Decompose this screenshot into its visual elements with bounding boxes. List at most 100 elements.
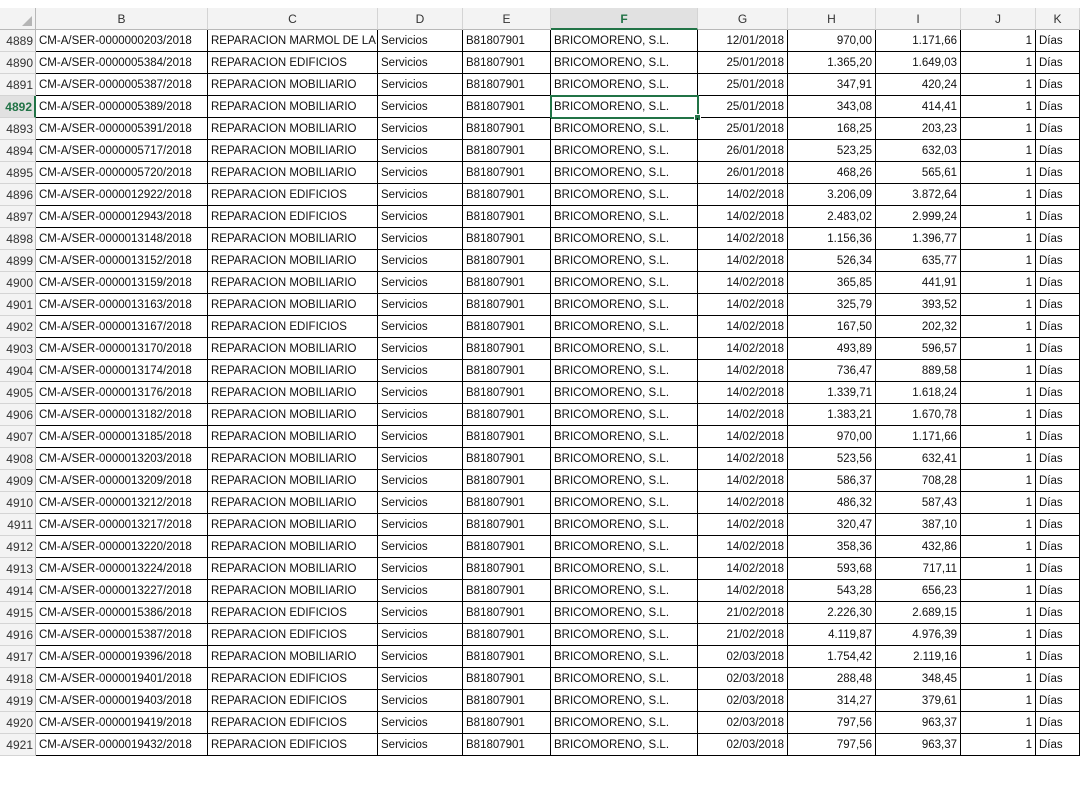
cell-d[interactable]: Servicios <box>378 96 463 118</box>
cell-k[interactable]: Días <box>1036 536 1080 558</box>
cell-f[interactable]: BRICOMORENO, S.L. <box>551 646 698 668</box>
cell-e[interactable]: B81807901 <box>463 624 551 646</box>
cell-k[interactable]: Días <box>1036 492 1080 514</box>
cell-k[interactable]: Días <box>1036 162 1080 184</box>
cell-j[interactable]: 1 <box>961 514 1036 536</box>
cell-i[interactable]: 889,58 <box>876 360 961 382</box>
cell-d[interactable]: Servicios <box>378 162 463 184</box>
cell-f[interactable]: BRICOMORENO, S.L. <box>551 404 698 426</box>
cell-i[interactable]: 420,24 <box>876 74 961 96</box>
cell-e[interactable]: B81807901 <box>463 360 551 382</box>
cell-f[interactable]: BRICOMORENO, S.L. <box>551 316 698 338</box>
cell-d[interactable]: Servicios <box>378 228 463 250</box>
cell-f[interactable]: BRICOMORENO, S.L. <box>551 74 698 96</box>
cell-f[interactable]: BRICOMORENO, S.L. <box>551 536 698 558</box>
cell-h[interactable]: 1.754,42 <box>788 646 876 668</box>
cell-e[interactable]: B81807901 <box>463 74 551 96</box>
cell-c[interactable]: REPARACION MOBILIARIO <box>208 646 378 668</box>
cell-b[interactable]: CM-A/SER-0000005391/2018 <box>36 118 208 140</box>
cell-e[interactable]: B81807901 <box>463 426 551 448</box>
cell-i[interactable]: 393,52 <box>876 294 961 316</box>
cell-b[interactable]: CM-A/SER-0000013152/2018 <box>36 250 208 272</box>
cell-h[interactable]: 4.119,87 <box>788 624 876 646</box>
cell-k[interactable]: Días <box>1036 624 1080 646</box>
cell-h[interactable]: 1.383,21 <box>788 404 876 426</box>
cell-k[interactable]: Días <box>1036 316 1080 338</box>
row-header[interactable]: 4897 <box>0 206 36 228</box>
cell-i[interactable]: 203,23 <box>876 118 961 140</box>
cell-i[interactable]: 708,28 <box>876 470 961 492</box>
cell-b[interactable]: CM-A/SER-0000012922/2018 <box>36 184 208 206</box>
cell-d[interactable]: Servicios <box>378 712 463 734</box>
cell-k[interactable]: Días <box>1036 734 1080 756</box>
cell-b[interactable]: CM-A/SER-0000013163/2018 <box>36 294 208 316</box>
cell-c[interactable]: REPARACION MOBILIARIO <box>208 448 378 470</box>
cell-g[interactable]: 14/02/2018 <box>698 580 788 602</box>
cell-e[interactable]: B81807901 <box>463 162 551 184</box>
cell-g[interactable]: 14/02/2018 <box>698 228 788 250</box>
cell-d[interactable]: Servicios <box>378 206 463 228</box>
cell-k[interactable]: Días <box>1036 140 1080 162</box>
cell-h[interactable]: 168,25 <box>788 118 876 140</box>
cell-d[interactable]: Servicios <box>378 338 463 360</box>
cell-k[interactable]: Días <box>1036 272 1080 294</box>
cell-g[interactable]: 25/01/2018 <box>698 96 788 118</box>
cell-d[interactable]: Servicios <box>378 382 463 404</box>
cell-g[interactable]: 14/02/2018 <box>698 492 788 514</box>
cell-f[interactable]: BRICOMORENO, S.L. <box>551 734 698 756</box>
cell-j[interactable]: 1 <box>961 426 1036 448</box>
row-header[interactable]: 4905 <box>0 382 36 404</box>
cell-c[interactable]: REPARACION MOBILIARIO <box>208 338 378 360</box>
column-header-e[interactable]: E <box>463 8 551 30</box>
row-header[interactable]: 4920 <box>0 712 36 734</box>
cell-g[interactable]: 14/02/2018 <box>698 426 788 448</box>
cell-j[interactable]: 1 <box>961 250 1036 272</box>
cell-h[interactable]: 736,47 <box>788 360 876 382</box>
cell-f[interactable]: BRICOMORENO, S.L. <box>551 712 698 734</box>
cell-c[interactable]: REPARACION MOBILIARIO <box>208 404 378 426</box>
cell-g[interactable]: 14/02/2018 <box>698 536 788 558</box>
cell-h[interactable]: 970,00 <box>788 30 876 52</box>
cell-b[interactable]: CM-A/SER-0000013159/2018 <box>36 272 208 294</box>
cell-k[interactable]: Días <box>1036 74 1080 96</box>
cell-j[interactable]: 1 <box>961 228 1036 250</box>
cell-k[interactable]: Días <box>1036 206 1080 228</box>
row-header[interactable]: 4903 <box>0 338 36 360</box>
cell-e[interactable]: B81807901 <box>463 580 551 602</box>
cell-h[interactable]: 797,56 <box>788 734 876 756</box>
cell-j[interactable]: 1 <box>961 360 1036 382</box>
cell-h[interactable]: 343,08 <box>788 96 876 118</box>
cell-k[interactable]: Días <box>1036 470 1080 492</box>
cell-c[interactable]: REPARACION MOBILIARIO <box>208 162 378 184</box>
cell-c[interactable]: REPARACION EDIFICIOS <box>208 206 378 228</box>
cell-i[interactable]: 432,86 <box>876 536 961 558</box>
cell-j[interactable]: 1 <box>961 712 1036 734</box>
cell-j[interactable]: 1 <box>961 646 1036 668</box>
cell-k[interactable]: Días <box>1036 448 1080 470</box>
cell-c[interactable]: REPARACION MOBILIARIO <box>208 470 378 492</box>
cell-c[interactable]: REPARACION EDIFICIOS <box>208 712 378 734</box>
row-header[interactable]: 4910 <box>0 492 36 514</box>
cell-j[interactable]: 1 <box>961 624 1036 646</box>
cell-k[interactable]: Días <box>1036 118 1080 140</box>
cell-d[interactable]: Servicios <box>378 470 463 492</box>
cell-i[interactable]: 963,37 <box>876 712 961 734</box>
cell-d[interactable]: Servicios <box>378 426 463 448</box>
cell-e[interactable]: B81807901 <box>463 118 551 140</box>
cell-f[interactable]: BRICOMORENO, S.L. <box>551 162 698 184</box>
cell-j[interactable]: 1 <box>961 470 1036 492</box>
cell-d[interactable]: Servicios <box>378 118 463 140</box>
cell-k[interactable]: Días <box>1036 426 1080 448</box>
cell-e[interactable]: B81807901 <box>463 470 551 492</box>
cell-c[interactable]: REPARACION MOBILIARIO <box>208 382 378 404</box>
cell-c[interactable]: REPARACION MOBILIARIO <box>208 140 378 162</box>
cell-b[interactable]: CM-A/SER-0000013174/2018 <box>36 360 208 382</box>
row-header[interactable]: 4890 <box>0 52 36 74</box>
cell-f[interactable]: BRICOMORENO, S.L. <box>551 558 698 580</box>
cell-c[interactable]: REPARACION MOBILIARIO <box>208 74 378 96</box>
cell-j[interactable]: 1 <box>961 668 1036 690</box>
cell-h[interactable]: 486,32 <box>788 492 876 514</box>
cell-g[interactable]: 25/01/2018 <box>698 118 788 140</box>
cell-c[interactable]: REPARACION MOBILIARIO <box>208 250 378 272</box>
cell-j[interactable]: 1 <box>961 272 1036 294</box>
